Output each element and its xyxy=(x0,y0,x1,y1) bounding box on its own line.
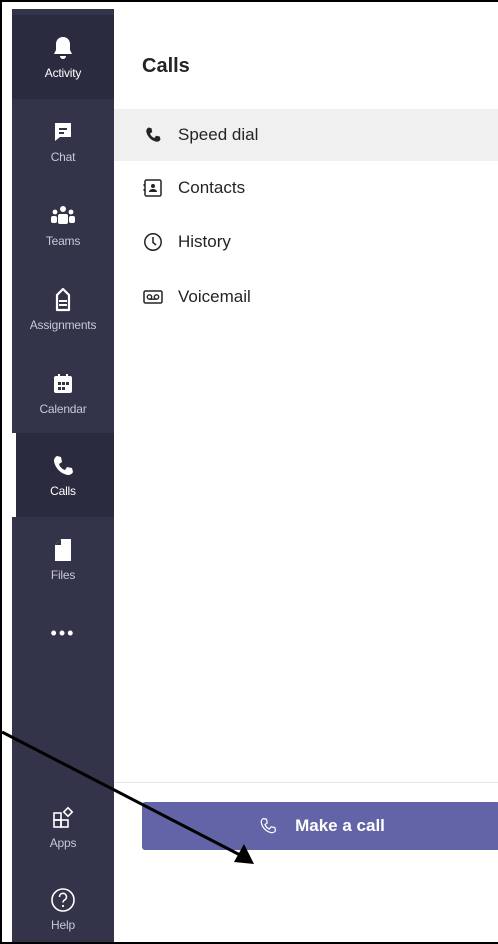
apps-icon xyxy=(49,804,77,832)
nav-item-label: Speed dial xyxy=(178,125,259,144)
calls-panel: Calls Speed dial Contacts History Voicem… xyxy=(114,9,498,942)
rail-item-calls[interactable]: Calls xyxy=(12,433,114,517)
nav-item-label: Voicemail xyxy=(178,287,251,306)
clock-icon xyxy=(142,231,164,253)
make-a-call-button[interactable]: Make a call xyxy=(142,802,498,850)
rail-item-label: Chat xyxy=(50,150,76,164)
rail-item-label: Calls xyxy=(50,484,76,498)
rail-item-label: Files xyxy=(50,568,76,582)
active-indicator xyxy=(12,433,16,517)
rail-item-assignments[interactable]: Assignments xyxy=(12,267,114,351)
phone-icon xyxy=(257,815,279,837)
phone-icon xyxy=(142,124,164,146)
rail-item-label: Assignments xyxy=(29,318,97,332)
help-icon xyxy=(49,886,77,914)
nav-item-speed-dial[interactable]: Speed dial xyxy=(114,109,498,161)
voicemail-icon xyxy=(142,286,164,308)
nav-item-voicemail[interactable]: Voicemail xyxy=(114,271,498,323)
rail-item-teams[interactable]: Teams xyxy=(12,183,114,267)
rail-item-label: Apps xyxy=(49,836,77,850)
page-title: Calls xyxy=(142,55,190,77)
rail-item-label: Teams xyxy=(45,234,81,248)
more-icon: ••• xyxy=(50,623,76,643)
window-frame: Activity Chat Teams Assignments Calendar xyxy=(0,0,498,944)
rail-item-activity[interactable]: Activity xyxy=(12,15,114,99)
file-icon xyxy=(49,536,77,564)
rail-item-files[interactable]: Files xyxy=(12,517,114,601)
rail-item-label: Calendar xyxy=(39,402,87,416)
nav-item-history[interactable]: History xyxy=(114,216,498,268)
contact-card-icon xyxy=(142,177,164,199)
rail-item-label: Help xyxy=(51,918,75,932)
chat-icon xyxy=(49,118,77,146)
app-rail: Activity Chat Teams Assignments Calendar xyxy=(12,9,114,942)
phone-icon xyxy=(49,452,77,480)
nav-item-label: Contacts xyxy=(178,178,246,197)
bell-icon xyxy=(49,34,77,62)
rail-item-label: Activity xyxy=(44,66,82,80)
rail-item-apps[interactable]: Apps xyxy=(12,785,114,869)
rail-item-chat[interactable]: Chat xyxy=(12,99,114,183)
rail-item-help[interactable]: Help xyxy=(12,867,114,942)
more-apps-button[interactable]: ••• xyxy=(12,601,114,685)
divider xyxy=(114,782,498,783)
nav-item-label: History xyxy=(178,232,231,251)
rail-item-calendar[interactable]: Calendar xyxy=(12,351,114,435)
calendar-icon xyxy=(49,370,77,398)
make-a-call-label: Make a call xyxy=(295,816,385,835)
backpack-icon xyxy=(49,286,77,314)
nav-item-contacts[interactable]: Contacts xyxy=(114,162,498,214)
teams-icon xyxy=(49,202,77,230)
